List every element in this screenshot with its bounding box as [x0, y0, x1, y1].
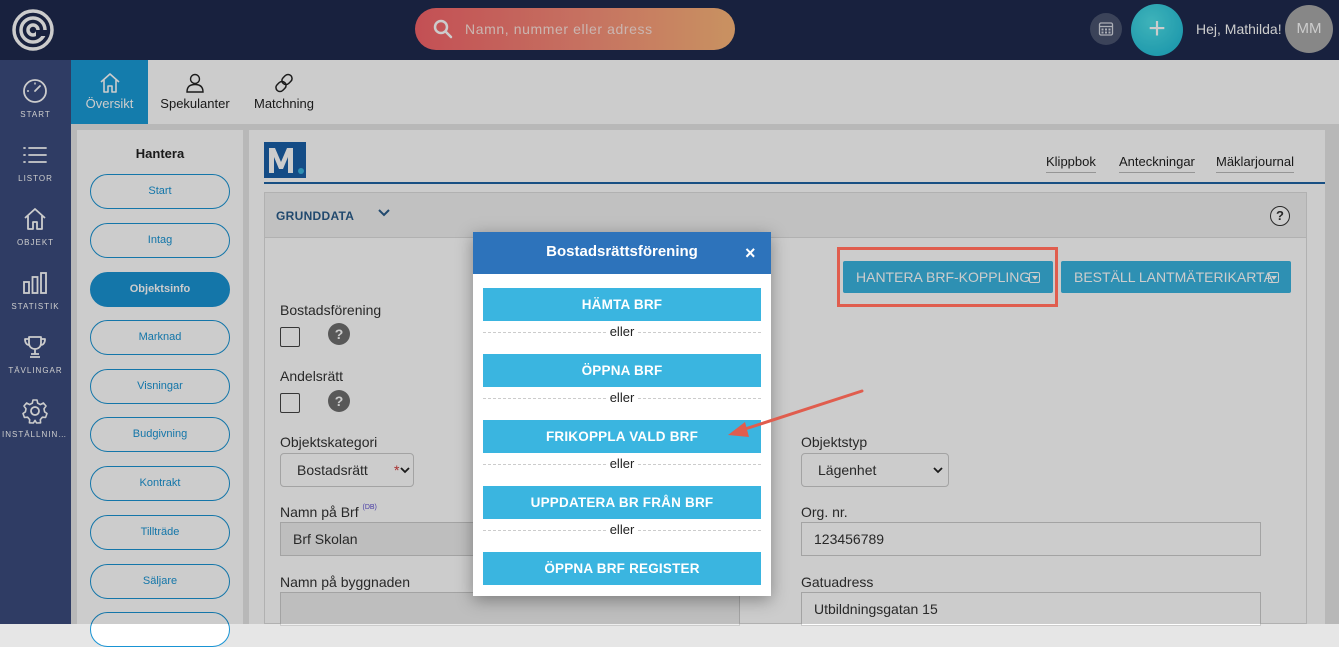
oppna-brf-register-button[interactable]: ÖPPNA BRF REGISTER	[483, 552, 761, 585]
highlight-box	[837, 247, 1058, 307]
separator-text: eller	[605, 324, 639, 339]
separator: eller	[483, 522, 761, 538]
separator-text: eller	[605, 456, 639, 471]
separator: eller	[483, 456, 761, 472]
separator: eller	[483, 390, 761, 406]
separator-text: eller	[605, 390, 639, 405]
uppdatera-br-fran-brf-button[interactable]: UPPDATERA BR FRÅN BRF	[483, 486, 761, 519]
oppna-brf-button[interactable]: ÖPPNA BRF	[483, 354, 761, 387]
frikoppla-vald-brf-button[interactable]: FRIKOPPLA VALD BRF	[483, 420, 761, 453]
modal-title: Bostadsrättsförening	[473, 232, 771, 274]
separator-text: eller	[605, 522, 639, 537]
hamta-brf-button[interactable]: HÄMTA BRF	[483, 288, 761, 321]
brf-modal: Bostadsrättsförening × HÄMTA BRF eller Ö…	[473, 232, 771, 596]
close-icon[interactable]: ×	[745, 243, 756, 263]
separator: eller	[483, 324, 761, 340]
